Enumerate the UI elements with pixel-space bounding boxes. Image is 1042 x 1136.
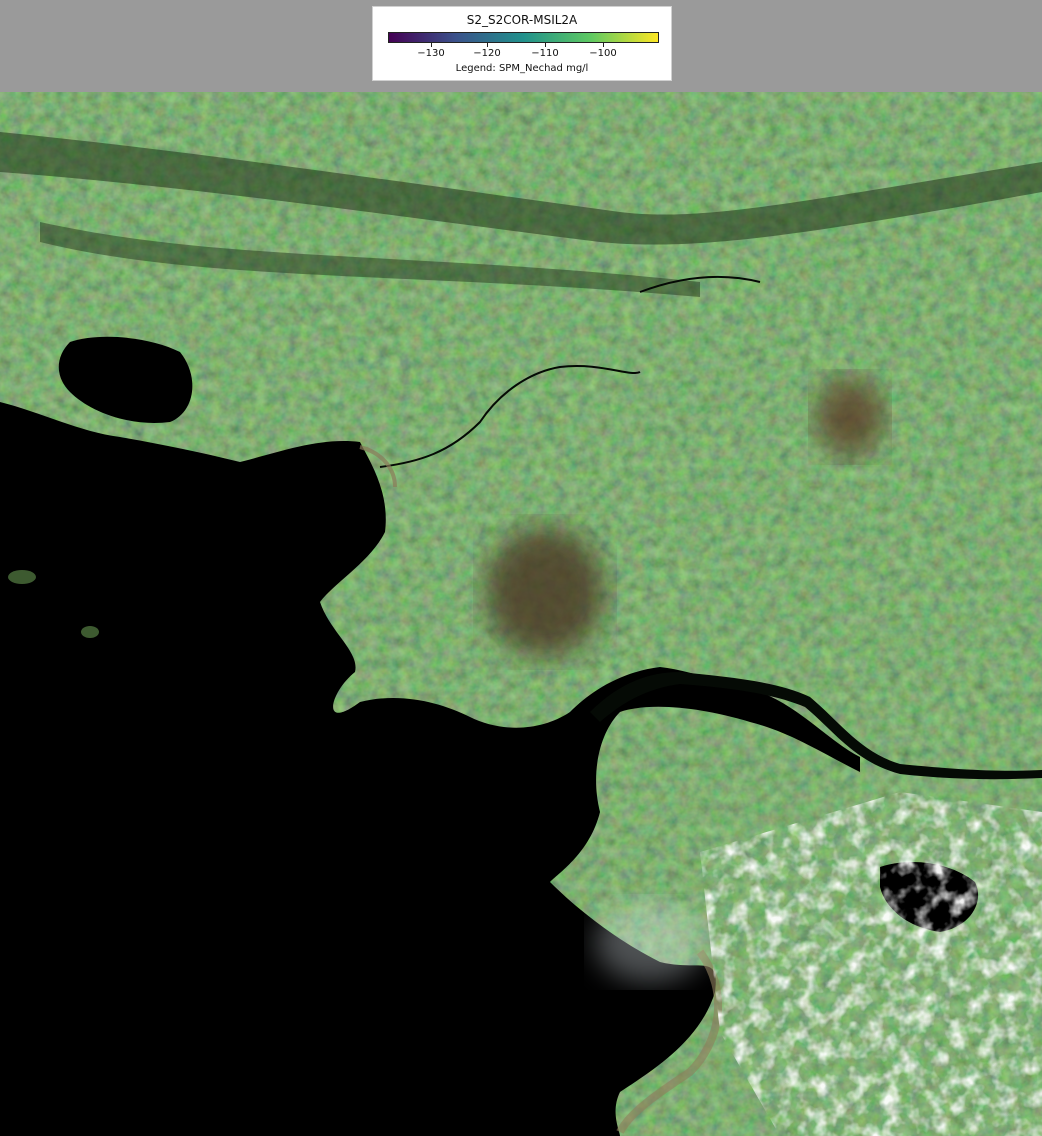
island [81,626,99,638]
colorbar-tick [431,43,432,47]
top-band: S2_S2COR-MSIL2A −130 −120 −110 −100 Lege… [0,0,1042,92]
legend-caption: Legend: SPM_Nechad mg/l [455,63,589,74]
colorbar [388,32,659,43]
colorbar-tick-label: −120 [473,48,501,59]
brown-heath-area [485,527,605,657]
brown-heath-area [815,377,885,457]
cloud-cover [595,902,705,982]
legend-title: S2_S2COR-MSIL2A [466,13,578,27]
colorbar-tick [487,43,488,47]
colorbar-tick-label: −110 [531,48,559,59]
colorbar-tick-label: −100 [589,48,617,59]
colorbar-tick [545,43,546,47]
satellite-map[interactable] [0,92,1042,1136]
colorbar-tick [603,43,604,47]
legend: S2_S2COR-MSIL2A −130 −120 −110 −100 Lege… [372,6,672,81]
island [8,570,36,584]
colorbar-tick-label: −130 [417,48,445,59]
